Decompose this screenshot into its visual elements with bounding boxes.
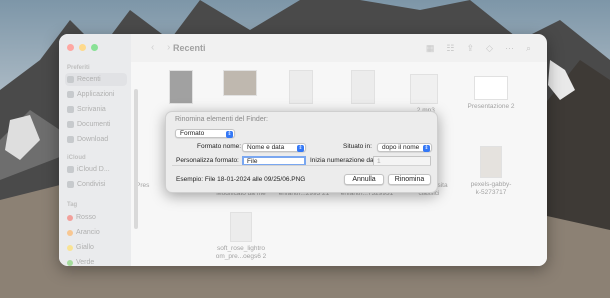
rename-dialog: Rinomina elementi del Finder: Formato ⇕ … bbox=[165, 111, 438, 193]
sidebar-item-condivisi[interactable]: Condivisi bbox=[65, 178, 127, 191]
file-item[interactable] bbox=[210, 70, 270, 99]
sidebar-tag-verde[interactable]: Verde bbox=[65, 256, 127, 266]
search-icon[interactable]: ⌕ bbox=[526, 43, 531, 54]
sidebar-item-label: Giallo bbox=[76, 244, 94, 251]
window-controls bbox=[67, 44, 98, 51]
file-name: pexels-gabby- bbox=[470, 181, 512, 188]
document-thumbnail bbox=[351, 70, 375, 104]
window-title: Recenti bbox=[173, 43, 206, 53]
sidebar-item-label: iCloud D... bbox=[77, 166, 110, 173]
yellow-tag-icon bbox=[67, 244, 73, 251]
position-popup[interactable]: dopo il nome ⇕ bbox=[377, 143, 432, 152]
forward-arrow-icon[interactable]: › bbox=[167, 42, 170, 53]
file-item[interactable]: _2.mp3 bbox=[394, 74, 454, 115]
sidebar-item-documenti[interactable]: Documenti bbox=[65, 118, 127, 131]
sidebar-item-label: Arancio bbox=[76, 229, 100, 236]
file-item[interactable] bbox=[333, 70, 393, 107]
sidebar-tag-arancio[interactable]: Arancio bbox=[65, 226, 127, 239]
document-icon bbox=[67, 121, 74, 128]
chevron-updown-icon: ⇕ bbox=[423, 145, 430, 152]
sidebar-item-applicazioni[interactable]: Applicazioni bbox=[65, 88, 127, 101]
cancel-button[interactable]: Annulla bbox=[344, 174, 384, 185]
rename-button[interactable]: Rinomina bbox=[388, 174, 431, 185]
chevron-updown-icon: ⇕ bbox=[226, 131, 233, 138]
sidebar-scrollbar[interactable] bbox=[134, 89, 138, 229]
zoom-button[interactable] bbox=[91, 44, 98, 51]
desktop-icon bbox=[67, 106, 74, 113]
sidebar-item-label: Verde bbox=[76, 259, 95, 266]
finder-sidebar: Preferiti Recenti Applicazioni Scrivania… bbox=[59, 34, 131, 266]
format-value: Nome e data bbox=[247, 144, 285, 151]
file-item[interactable] bbox=[151, 70, 211, 107]
file-name: soft_rose_lightro bbox=[216, 245, 266, 252]
dialog-title: Rinomina elementi del Finder: bbox=[175, 116, 268, 123]
apps-icon bbox=[67, 91, 74, 98]
share-icon[interactable]: ⇪ bbox=[466, 43, 474, 54]
back-arrow-icon[interactable]: ‹ bbox=[151, 42, 154, 53]
file-item[interactable] bbox=[271, 70, 331, 107]
file-thumbnail bbox=[169, 70, 193, 104]
sidebar-item-label: Applicazioni bbox=[77, 91, 115, 98]
more-options-icon[interactable]: ⋯ bbox=[505, 43, 514, 54]
sidebar-item-scrivania[interactable]: Scrivania bbox=[65, 103, 127, 116]
start-number-label: Inizia numerazione da: bbox=[310, 157, 376, 164]
red-tag-icon bbox=[67, 214, 73, 221]
photo-thumbnail bbox=[480, 146, 502, 178]
sidebar-item-icloud-drive[interactable]: iCloud D... bbox=[65, 163, 127, 176]
format-label: Formato nome: bbox=[197, 143, 242, 150]
download-icon bbox=[67, 136, 74, 143]
file-item[interactable]: soft_rose_lightro om_pre...oegs6 2 bbox=[211, 212, 271, 261]
icloud-section-title: iCloud bbox=[67, 155, 86, 161]
sidebar-tag-rosso[interactable]: Rosso bbox=[65, 211, 127, 224]
group-icon[interactable]: ☷ bbox=[446, 43, 454, 54]
example-text: Esempio: File 18-01-2024 alle 09/25/06.P… bbox=[176, 176, 306, 183]
rename-mode-popup[interactable]: Formato ⇕ bbox=[175, 129, 235, 138]
sidebar-item-label: Condivisi bbox=[77, 181, 106, 188]
tags-section-title: Tag bbox=[67, 202, 78, 208]
file-name: Presentazione 2 bbox=[467, 103, 515, 110]
close-button[interactable] bbox=[67, 44, 74, 51]
file-item[interactable]: pexels-gabby- k-5273717 bbox=[461, 146, 521, 197]
cloud-icon bbox=[67, 166, 74, 173]
document-thumbnail bbox=[230, 212, 252, 242]
file-name: k-5273717 bbox=[475, 189, 507, 196]
sidebar-item-label: Download bbox=[77, 136, 109, 143]
sidebar-item-label: Recenti bbox=[77, 76, 101, 83]
sidebar-tag-giallo[interactable]: Giallo bbox=[65, 241, 127, 254]
minimize-button[interactable] bbox=[79, 44, 86, 51]
presentation-thumbnail bbox=[474, 76, 508, 100]
dialog-divider bbox=[172, 165, 431, 166]
file-item[interactable]: Presentazione 2 bbox=[461, 76, 521, 111]
favorites-section-title: Preferiti bbox=[67, 65, 90, 71]
image-thumbnail bbox=[223, 70, 257, 96]
clock-icon bbox=[67, 76, 74, 83]
rename-mode-value: Formato bbox=[180, 130, 205, 137]
grid-view-icon[interactable]: ▦ bbox=[426, 43, 435, 54]
position-label: Situato in: bbox=[343, 143, 372, 150]
sidebar-item-download[interactable]: Download bbox=[65, 133, 127, 146]
orange-tag-icon bbox=[67, 229, 73, 236]
sidebar-item-label: Scrivania bbox=[77, 106, 106, 113]
sidebar-item-recenti[interactable]: Recenti bbox=[65, 73, 127, 86]
chevron-updown-icon: ⇕ bbox=[297, 145, 304, 152]
music-file-icon bbox=[410, 74, 438, 104]
position-value: dopo il nome bbox=[382, 144, 420, 151]
sidebar-item-label: Rosso bbox=[76, 214, 96, 221]
custom-format-label: Personalizza formato: bbox=[176, 157, 239, 164]
sidebar-item-label: Documenti bbox=[77, 121, 111, 128]
tag-icon[interactable]: ◇ bbox=[486, 43, 493, 54]
green-tag-icon bbox=[67, 259, 73, 266]
document-thumbnail bbox=[289, 70, 313, 104]
shared-folder-icon bbox=[67, 181, 74, 188]
file-name: om_pre...oegs6 2 bbox=[215, 253, 267, 260]
finder-toolbar: ‹ › Recenti ▦ ☷ ⇪ ◇ ⋯ ⌕ bbox=[131, 34, 547, 62]
format-popup[interactable]: Nome e data ⇕ bbox=[242, 143, 306, 152]
